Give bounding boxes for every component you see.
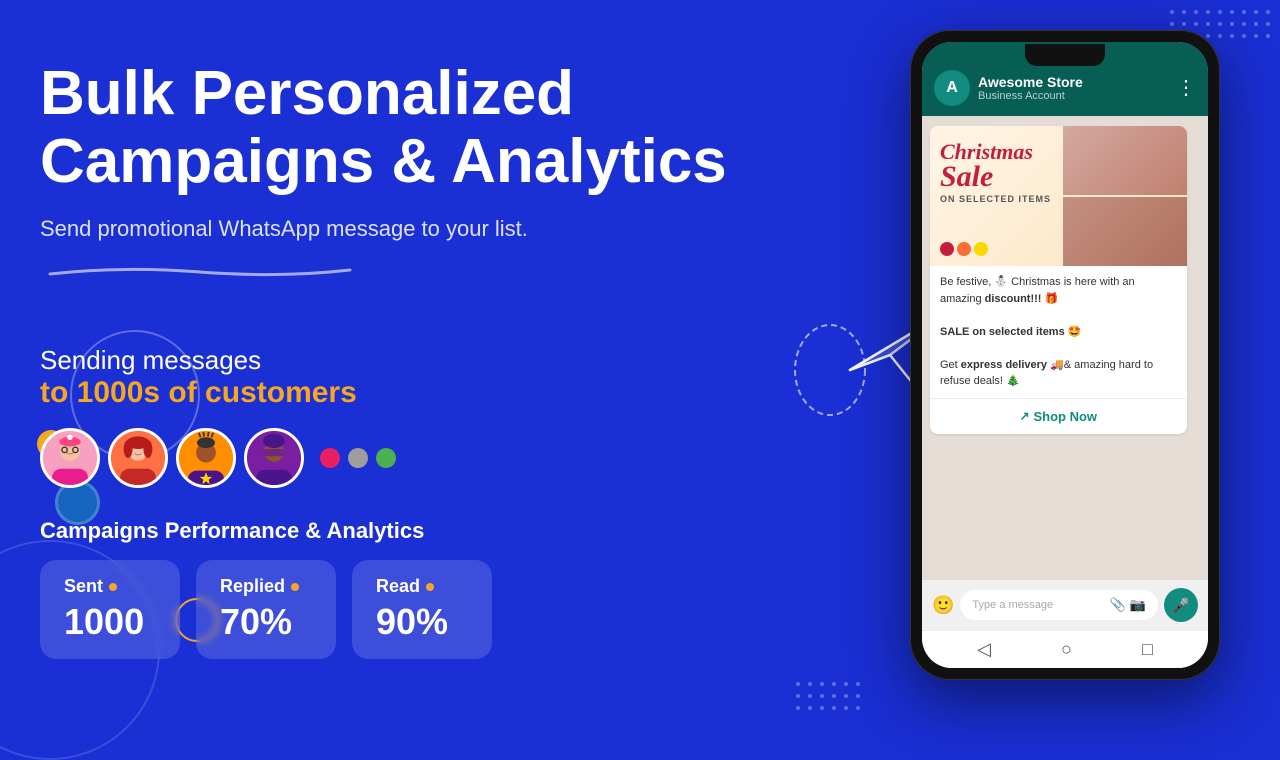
camera-icon[interactable]: 📷 — [1130, 597, 1146, 613]
sending-section: Sending messages to 1000s of customers — [40, 345, 740, 410]
sale-text: Sale — [940, 163, 1051, 190]
phone-notch — [1025, 44, 1105, 66]
dot-indicator-1 — [320, 448, 340, 468]
input-placeholder: Type a message — [972, 599, 1053, 611]
wa-sale-image: Christmas Sale ON SELECTED ITEMS — [930, 126, 1187, 266]
photo-collage — [1063, 126, 1186, 266]
paper-plane-area — [780, 310, 880, 435]
avatar-3 — [176, 428, 236, 488]
sent-dot — [109, 583, 117, 591]
phone-screen: A Awesome Store Business Account ⋮ Chris… — [922, 42, 1208, 668]
avatar-1 — [40, 428, 100, 488]
underline-decoration — [40, 262, 360, 280]
main-title: Bulk Personalized Campaigns & Analytics — [40, 60, 740, 196]
emoji-icon[interactable]: 🙂 — [932, 595, 954, 616]
wa-message-text: Be festive, ⛄ Christmas is here with an … — [930, 266, 1187, 398]
wa-chat: Christmas Sale ON SELECTED ITEMS — [922, 116, 1208, 580]
replied-dot — [291, 583, 299, 591]
wa-menu-dots[interactable]: ⋮ — [1176, 78, 1196, 98]
dot-indicator-3 — [376, 448, 396, 468]
sending-text: Sending messages — [40, 345, 740, 376]
analytics-title: Campaigns Performance & Analytics — [40, 518, 740, 544]
mic-button[interactable]: 🎤 — [1164, 588, 1198, 622]
wa-store-name: Awesome Store — [978, 74, 1168, 90]
wa-account-type: Business Account — [978, 90, 1168, 102]
stat-read: Read 90% — [352, 560, 492, 659]
nav-back[interactable]: ◁ — [977, 639, 991, 660]
stat-replied: Replied 70% — [196, 560, 336, 659]
wa-nav-bar: ◁ ○ □ — [922, 630, 1208, 668]
sending-highlight: to 1000s of customers — [40, 376, 740, 410]
avatars-row — [40, 428, 740, 488]
attachment-icon[interactable]: 📎 — [1110, 597, 1126, 613]
read-dot — [426, 583, 434, 591]
phone-mockup: A Awesome Store Business Account ⋮ Chris… — [910, 30, 1220, 680]
avatar-2 — [108, 428, 168, 488]
stat-sent: Sent 1000 — [40, 560, 180, 659]
wa-message-bubble: Christmas Sale ON SELECTED ITEMS — [930, 126, 1187, 434]
shop-now-button[interactable]: ↗ Shop Now — [930, 398, 1187, 434]
nav-home[interactable]: ○ — [1061, 639, 1072, 660]
sale-line-text: SALE on selected items 🤩 — [940, 326, 1081, 338]
decorative-balls — [940, 242, 988, 256]
stats-row: Sent 1000 Replied 70% Read 90% — [40, 560, 740, 659]
wa-input-field[interactable]: Type a message 📎 📷 — [960, 590, 1158, 620]
subtitle: Send promotional WhatsApp message to you… — [40, 216, 740, 242]
wa-avatar: A — [934, 70, 970, 106]
dot-indicator-2 — [348, 448, 368, 468]
wa-input-bar: 🙂 Type a message 📎 📷 🎤 — [922, 580, 1208, 630]
avatar-4 — [244, 428, 304, 488]
on-selected-text: ON SELECTED ITEMS — [940, 194, 1051, 204]
nav-recent[interactable]: □ — [1142, 639, 1153, 660]
wa-info: Awesome Store Business Account — [978, 74, 1168, 102]
